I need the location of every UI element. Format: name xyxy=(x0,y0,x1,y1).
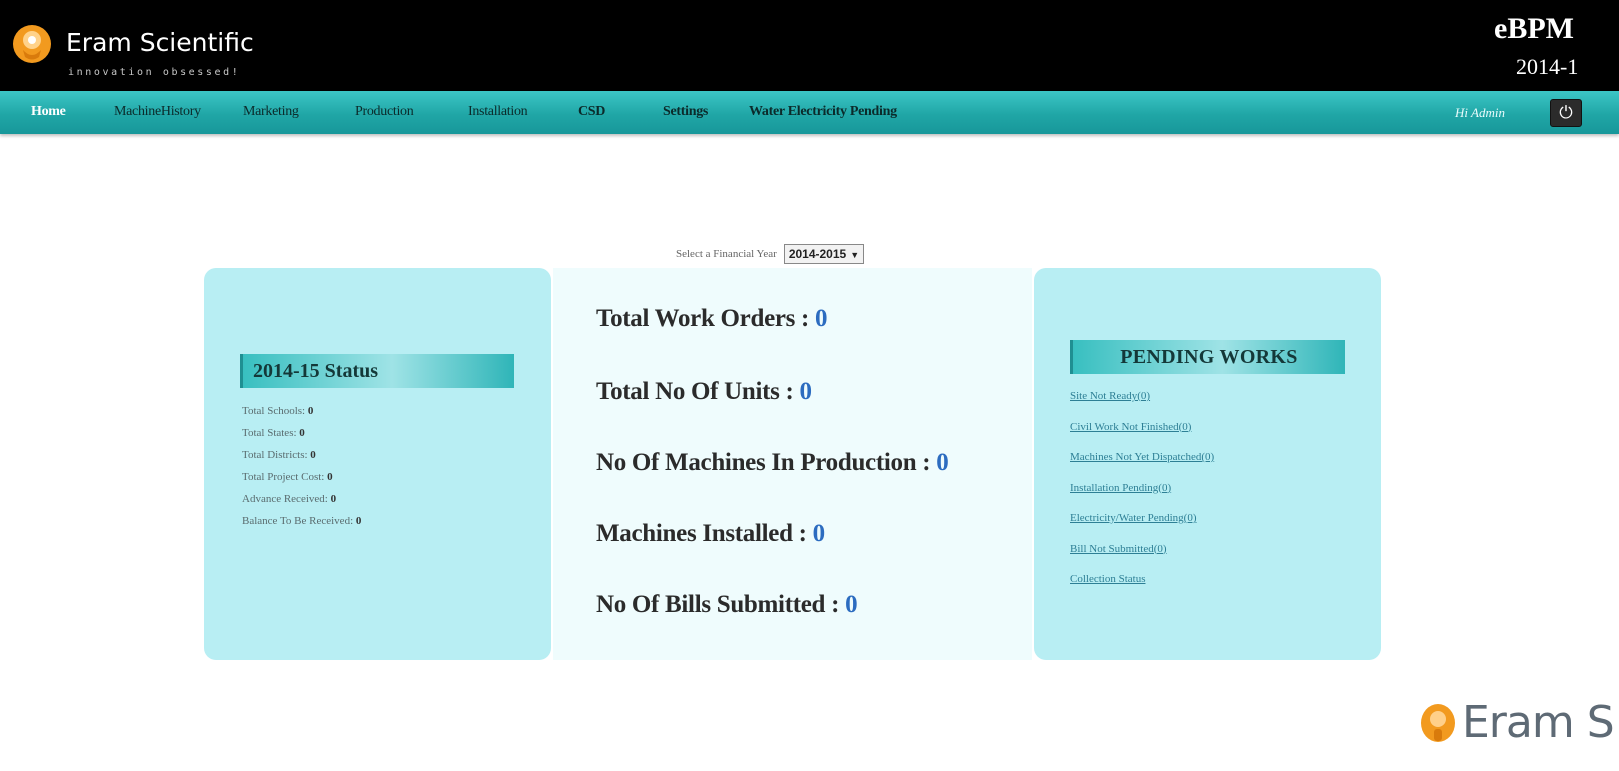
logout-button[interactable]: ⏻ xyxy=(1550,99,1582,127)
stat-label: No Of Machines In Production : xyxy=(596,449,931,476)
status-total-states: Total States: 0 xyxy=(242,422,361,444)
financial-year-value: 2014-2015 xyxy=(788,247,847,261)
stat-label: Total No Of Units : xyxy=(596,378,794,405)
nav-marketing[interactable]: Marketing xyxy=(243,104,299,120)
financial-year-select[interactable]: 2014-2015 ▼ xyxy=(783,244,865,264)
status-total-districts: Total Districts: 0 xyxy=(242,444,361,466)
nav-water-electricity-pending[interactable]: Water Electricity Pending xyxy=(749,104,897,120)
stat-value: 0 xyxy=(845,591,858,618)
pending-works-list: Site Not Ready(0) Civil Work Not Finishe… xyxy=(1070,388,1214,602)
footer-logo: Eram S xyxy=(1420,697,1619,752)
status-label: Total Districts: xyxy=(242,449,308,461)
nav-installation[interactable]: Installation xyxy=(468,104,528,120)
nav-settings[interactable]: Settings xyxy=(663,104,708,120)
link-installation-pending[interactable]: Installation Pending(0) xyxy=(1070,480,1214,511)
footer-logo-text: Eram S xyxy=(1462,697,1615,748)
status-label: Total States: xyxy=(242,427,297,439)
stat-total-work-orders: Total Work Orders : 0 xyxy=(596,305,828,333)
user-greeting: Hi Admin xyxy=(1455,105,1505,120)
nav-production[interactable]: Production xyxy=(355,104,414,120)
main-nav: Home MachineHistory Marketing Production… xyxy=(0,91,1619,134)
stat-bills-submitted: No Of Bills Submitted : 0 xyxy=(596,591,858,619)
status-value: 0 xyxy=(307,405,314,417)
link-site-not-ready[interactable]: Site Not Ready(0) xyxy=(1070,388,1214,419)
stat-label: Total Work Orders : xyxy=(596,305,810,332)
financial-year-label: Select a Financial Year xyxy=(676,248,777,260)
stat-machines-installed: Machines Installed : 0 xyxy=(596,520,825,548)
nav-home[interactable]: Home xyxy=(31,104,66,120)
status-total-project-cost: Total Project Cost: 0 xyxy=(242,466,361,488)
eram-logo-icon xyxy=(1421,704,1455,742)
stat-label: No Of Bills Submitted : xyxy=(596,591,840,618)
stat-value: 0 xyxy=(799,378,813,405)
status-label: Advance Received: xyxy=(242,493,328,505)
status-value: 0 xyxy=(327,471,333,483)
stat-value: 0 xyxy=(812,520,826,547)
status-advance-received: Advance Received: 0 xyxy=(242,488,361,510)
link-bill-not-submitted[interactable]: Bill Not Submitted(0) xyxy=(1070,541,1214,572)
status-list: Total Schools: 0 Total States: 0 Total D… xyxy=(242,400,361,532)
top-header: Eram Scientific innovation obsessed! eBP… xyxy=(0,0,1619,91)
stat-value: 0 xyxy=(936,449,949,476)
pending-works-heading: PENDING WORKS xyxy=(1070,340,1345,374)
status-balance-to-be-received: Balance To Be Received: 0 xyxy=(242,510,361,532)
status-heading: 2014-15 Status xyxy=(240,354,514,388)
link-civil-work-not-finished[interactable]: Civil Work Not Finished(0) xyxy=(1070,419,1214,450)
nav-machine-history[interactable]: MachineHistory xyxy=(114,104,201,120)
stat-value: 0 xyxy=(815,305,828,332)
status-label: Balance To Be Received: xyxy=(242,515,354,527)
status-value: 0 xyxy=(310,449,316,461)
stat-machines-in-production: No Of Machines In Production : 0 xyxy=(596,449,949,477)
power-icon: ⏻ xyxy=(1559,103,1573,123)
link-electricity-water-pending[interactable]: Electricity/Water Pending(0) xyxy=(1070,510,1214,541)
chevron-down-icon: ▼ xyxy=(850,250,860,260)
link-collection-status[interactable]: Collection Status xyxy=(1070,571,1214,602)
link-machines-not-dispatched[interactable]: Machines Not Yet Dispatched(0) xyxy=(1070,449,1214,480)
status-label: Total Project Cost: xyxy=(242,471,325,483)
app-year: 2014-1 xyxy=(1516,54,1579,79)
brand-tagline: innovation obsessed! xyxy=(68,67,241,78)
financial-year-selector: Select a Financial Year 2014-2015 ▼ xyxy=(676,244,865,266)
status-value: 0 xyxy=(330,493,337,505)
eram-logo-icon xyxy=(13,25,51,63)
stat-total-units: Total No Of Units : 0 xyxy=(596,378,812,406)
status-value: 0 xyxy=(299,427,305,439)
nav-csd[interactable]: CSD xyxy=(578,104,605,120)
brand-name: Eram Scientific xyxy=(66,28,254,57)
status-label: Total Schools: xyxy=(242,405,306,417)
app-title: eBPM xyxy=(1494,12,1574,45)
status-value: 0 xyxy=(355,515,362,527)
status-total-schools: Total Schools: 0 xyxy=(242,400,361,422)
stat-label: Machines Installed : xyxy=(596,520,807,547)
